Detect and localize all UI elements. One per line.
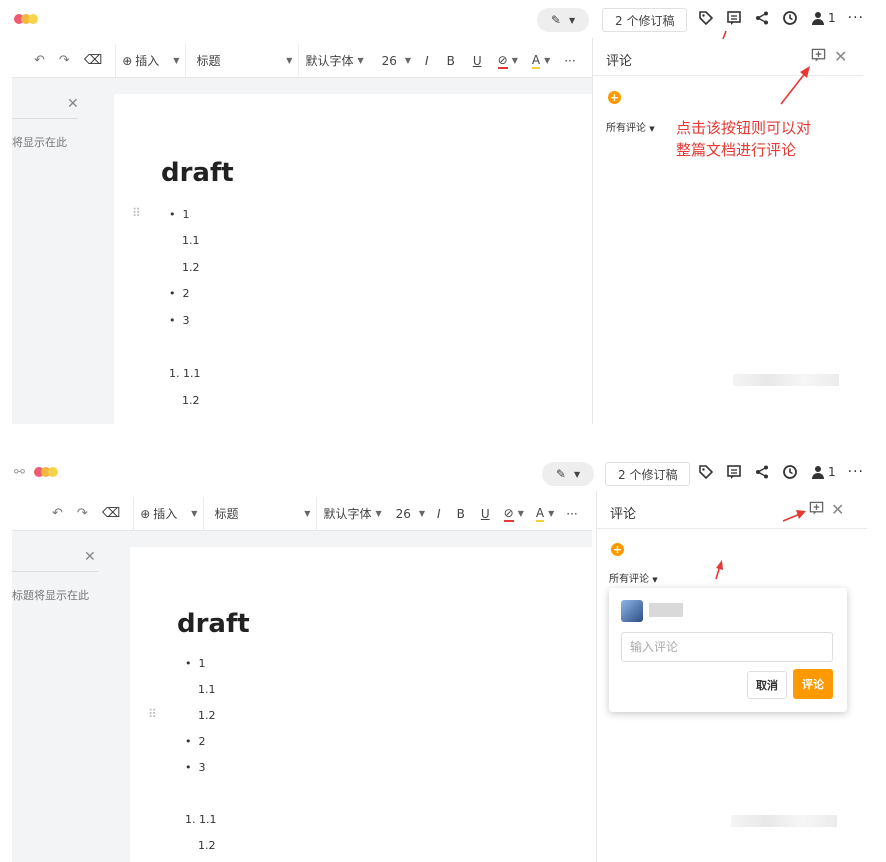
annotation-arrow [722,30,810,105]
annotation-arrow [715,510,806,580]
screenshot-top: ✎ ▼ 2 个修订稿 1 ··· ↶ ↷ ⌫ ⊕ 插入 ▼ 标题 ▼ 默认字体 ▼ 26… [0,0,886,424]
screenshot-bottom: ⚯ ✎ ▼ 2 个修订稿 1 ··· ↶ ↷ ⌫ ⊕ 插入 ▼ 标题 ▼ 默认字体 ▼ … [0,453,886,862]
